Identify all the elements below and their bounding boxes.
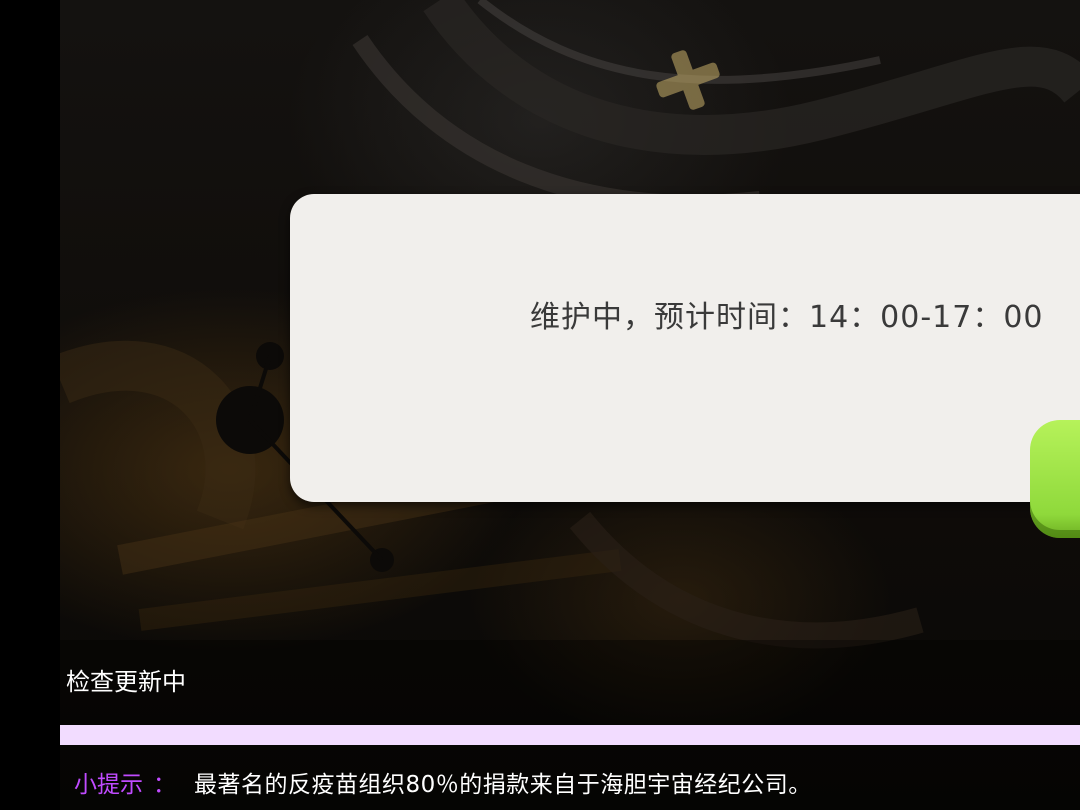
confirm-button[interactable] [1030, 420, 1080, 538]
left-letterbox [0, 0, 60, 810]
tip-text: 最著名的反疫苗组织80％的捐款来自于海胆宇宙经纪公司。 [194, 772, 812, 798]
tip-label: 小提示 [74, 772, 143, 798]
loading-progress-bar [60, 725, 1080, 745]
maintenance-dialog: 维护中，预计时间：14：00-17：00 [290, 194, 1080, 502]
game-loading-screen: 维护中，预计时间：14：00-17：00 检查更新中 小提示 ： 最著名的反疫苗组织… [0, 0, 1080, 810]
maintenance-message: 维护中，预计时间：14：00-17：00 [530, 300, 1044, 335]
tip-row: 小提示 ： 最著名的反疫苗组织80％的捐款来自于海胆宇宙经纪公司。 [74, 765, 812, 799]
tip-separator: ： [153, 772, 176, 798]
loading-status-text: 检查更新中 [66, 668, 186, 696]
loading-progress-fill [60, 725, 1080, 745]
